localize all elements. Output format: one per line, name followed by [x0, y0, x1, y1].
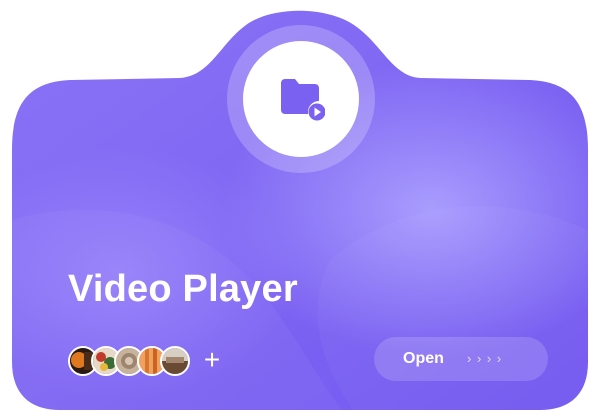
folder-video-icon	[281, 79, 325, 121]
open-button[interactable]: Open › › › ›	[374, 337, 548, 381]
app-card: Video Player + Open › › › ›	[0, 0, 599, 419]
app-icon-circle[interactable]	[243, 41, 359, 157]
chevrons-right-icon: › › › ›	[467, 351, 503, 366]
open-button-label: Open	[403, 350, 444, 367]
avatar-group	[68, 346, 190, 376]
card-title: Video Player	[68, 268, 298, 310]
add-participant-button[interactable]: +	[199, 345, 225, 375]
avatar[interactable]	[160, 346, 190, 376]
